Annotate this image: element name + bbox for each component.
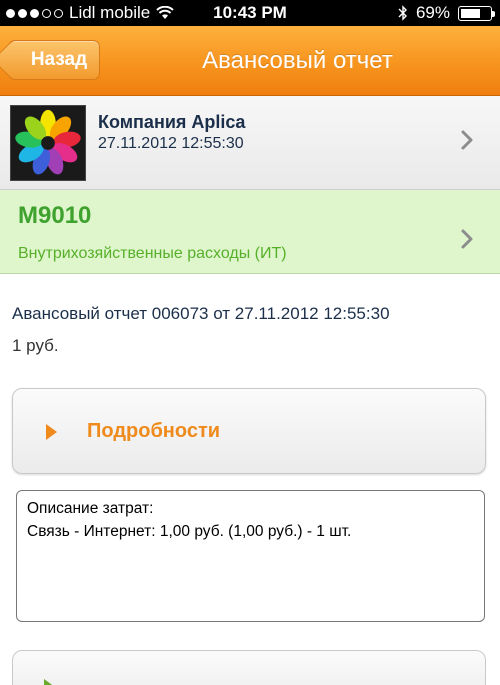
chevron-right-icon xyxy=(461,229,473,249)
company-datetime: 27.11.2012 12:55:30 xyxy=(98,135,244,152)
expense-description-field[interactable]: Описание затрат: Связь - Интернет: 1,00 … xyxy=(16,490,485,622)
navigation-bar: Назад Авансовый отчет xyxy=(0,26,500,96)
expense-description-line: Связь - Интернет: 1,00 руб. (1,00 руб.) … xyxy=(27,523,352,540)
details-button-label: Подробности xyxy=(87,420,221,442)
company-logo xyxy=(10,105,86,181)
expense-code-description: Внутрихозяйственные расходы (ИТ) xyxy=(18,245,287,262)
status-right: 69% xyxy=(398,3,495,23)
company-name: Компания Aplica xyxy=(98,112,246,132)
expense-code: M9010 xyxy=(18,202,92,229)
chevron-right-icon xyxy=(461,130,473,150)
page-title: Авансовый отчет xyxy=(202,47,393,74)
details-button[interactable]: Подробности xyxy=(12,388,486,474)
next-button[interactable] xyxy=(12,650,486,685)
expense-description-heading: Описание затрат: xyxy=(27,500,154,517)
back-button-label: Назад xyxy=(30,49,88,70)
battery-icon xyxy=(458,5,495,21)
play-triangle-icon xyxy=(44,679,55,685)
report-title: Авансовый отчет 006073 от 27.11.2012 12:… xyxy=(12,304,390,323)
bluetooth-icon xyxy=(398,5,407,21)
battery-level xyxy=(461,8,480,18)
battery-percent: 69% xyxy=(415,3,450,22)
back-button[interactable]: Назад xyxy=(0,40,100,80)
play-triangle-icon xyxy=(46,424,57,440)
expense-code-row[interactable]: M9010 Внутрихозяйственные расходы (ИТ) xyxy=(0,190,500,274)
company-row[interactable]: Компания Aplica 27.11.2012 12:55:30 xyxy=(0,96,500,190)
report-amount: 1 руб. xyxy=(12,336,59,355)
status-bar: Lidl mobile 10:43 PM 69% xyxy=(0,0,500,26)
back-arrow-icon xyxy=(0,40,32,80)
